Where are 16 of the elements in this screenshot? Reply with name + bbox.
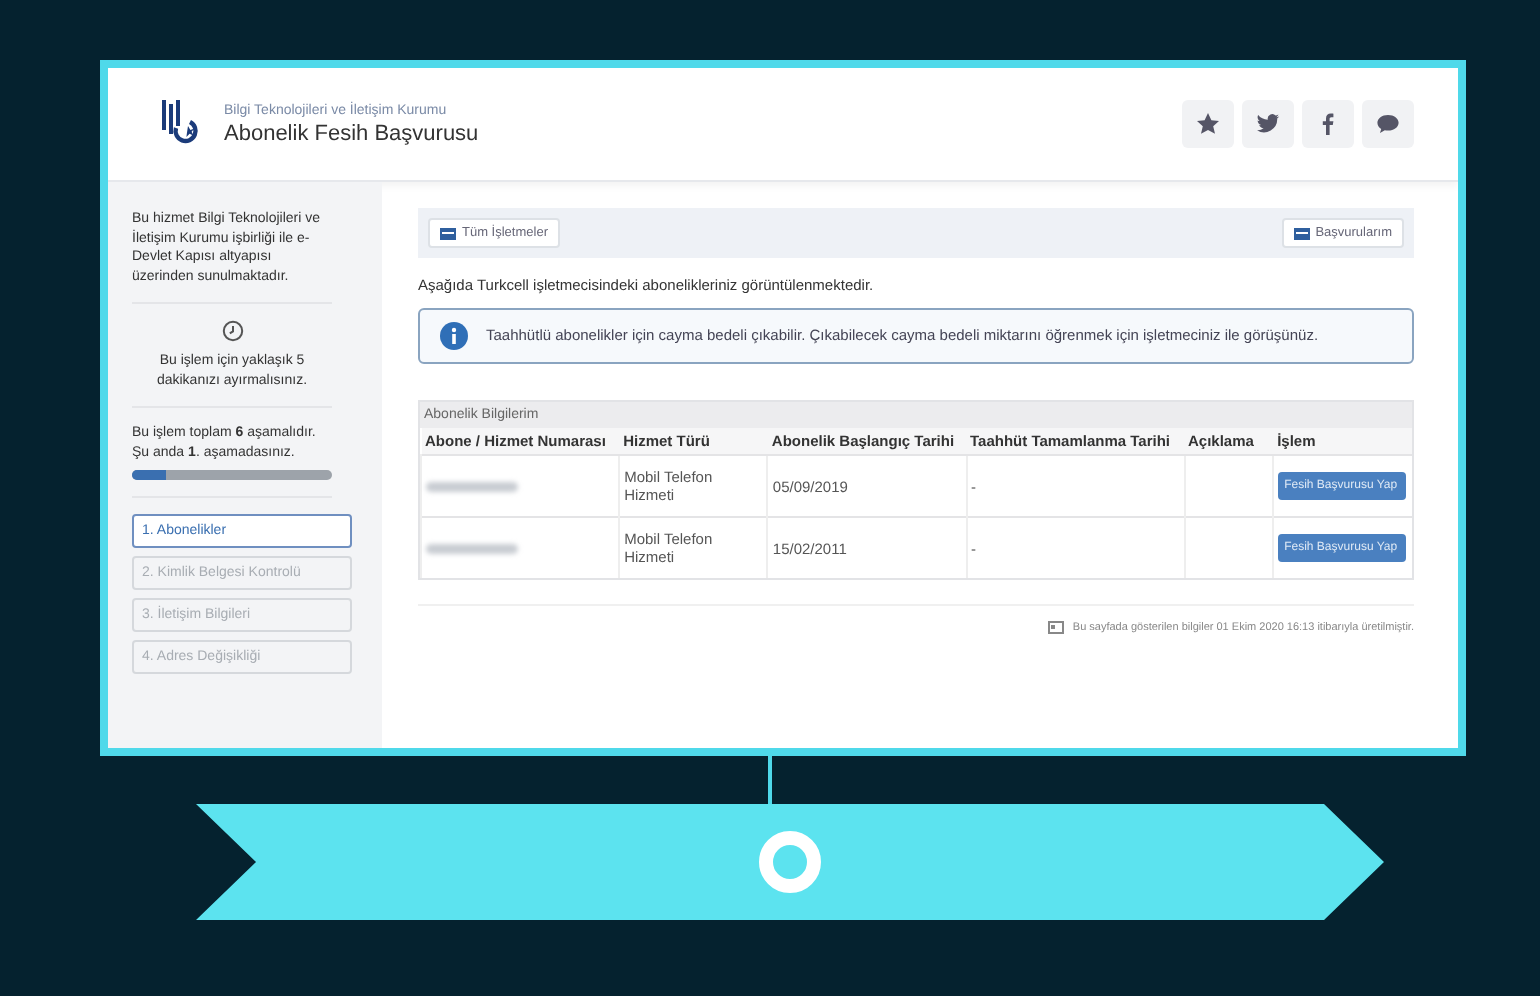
list-icon (1293, 227, 1310, 239)
calendar-icon (1048, 620, 1065, 634)
chat-icon (1376, 112, 1400, 136)
star-icon (1196, 112, 1220, 136)
page-title: Abonelik Fesih Başvurusu (224, 121, 479, 145)
chat-button[interactable] (1362, 100, 1414, 148)
ring-icon (759, 831, 821, 893)
blurred-number (426, 543, 518, 553)
list-icon (440, 227, 456, 239)
info-icon (440, 322, 468, 350)
facebook-button[interactable] (1302, 100, 1354, 148)
twitter-button[interactable] (1242, 100, 1294, 148)
blurred-number (426, 481, 518, 491)
clock-icon (221, 320, 243, 342)
star-button[interactable] (1182, 100, 1234, 148)
twitter-icon (1256, 112, 1280, 136)
